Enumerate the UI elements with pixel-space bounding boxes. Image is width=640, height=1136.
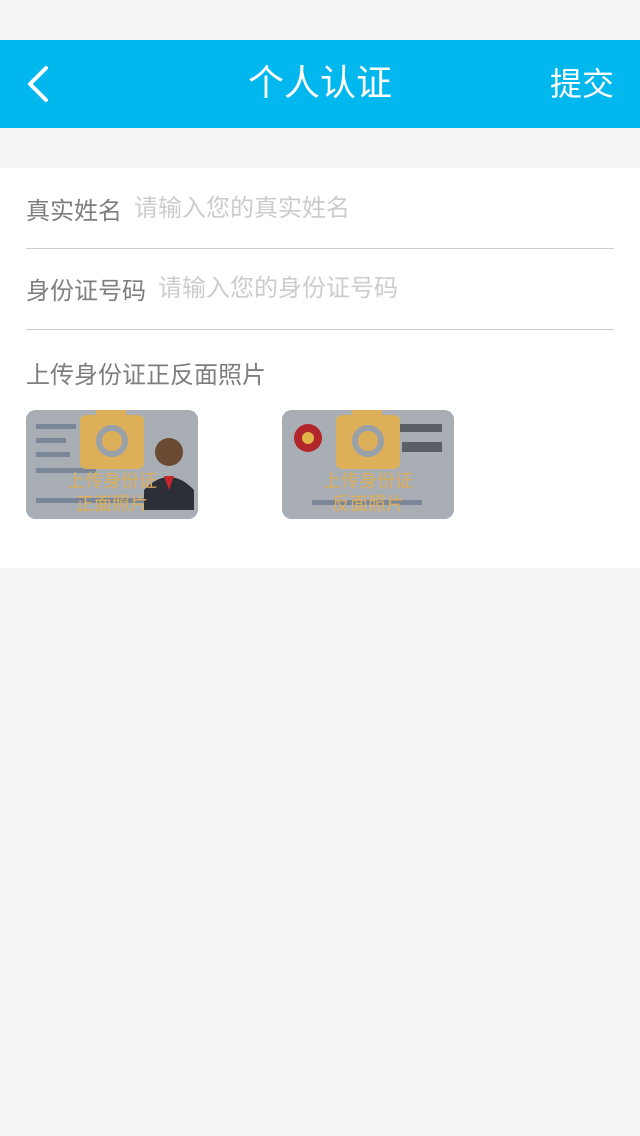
header-bar: 个人认证 提交 (0, 40, 640, 128)
form-panel: 真实姓名 身份证号码 上传身份证正反面照片 上传身份证 正面照片 (0, 168, 640, 568)
upload-back-line1: 上传身份证 (323, 471, 413, 492)
upload-back-label: 上传身份证 反面照片 (282, 470, 454, 516)
name-label: 真实姓名 (26, 196, 122, 225)
id-number-label: 身份证号码 (26, 276, 146, 305)
upload-back-photo-button[interactable]: 上传身份证 反面照片 (282, 410, 454, 519)
upload-section-title: 上传身份证正反面照片 (26, 361, 266, 389)
camera-icon (80, 410, 144, 469)
upload-front-label: 上传身份证 正面照片 (26, 470, 198, 516)
upload-front-line2: 正面照片 (76, 494, 148, 515)
upload-front-photo-button[interactable]: 上传身份证 正面照片 (26, 410, 198, 519)
upload-back-line2: 反面照片 (332, 494, 404, 515)
id-number-input[interactable] (158, 274, 614, 302)
submit-button[interactable]: 提交 (550, 40, 614, 128)
page-title: 个人认证 (247, 63, 392, 104)
upload-front-line1: 上传身份证 (67, 471, 157, 492)
name-row: 真实姓名 (26, 168, 614, 248)
name-input[interactable] (134, 194, 614, 222)
id-number-row: 身份证号码 (26, 248, 614, 328)
divider (26, 329, 614, 330)
camera-icon (336, 410, 400, 469)
